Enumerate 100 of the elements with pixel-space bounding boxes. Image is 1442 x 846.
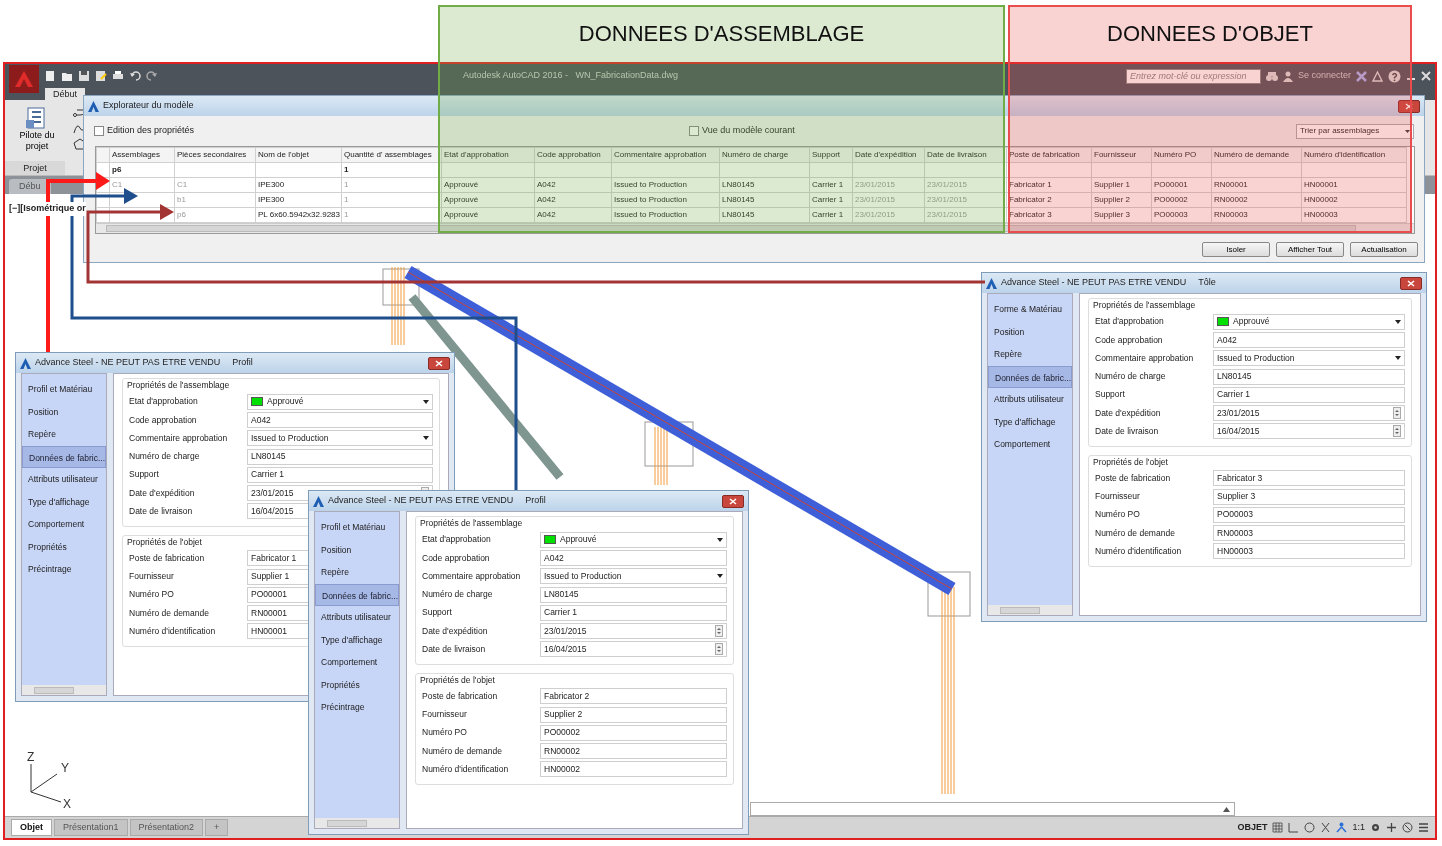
table-cell: Issued to Production	[611, 177, 720, 193]
field-label: Numéro de demande	[129, 606, 210, 620]
table-cell: Carrier 1	[809, 207, 853, 223]
table-cell: Supplier 1	[1091, 177, 1152, 193]
field-label: Date d'expédition	[129, 486, 196, 500]
field-label: Numéro de demande	[1095, 526, 1176, 540]
table-cell: A042	[534, 192, 612, 208]
table-cell: RN00001	[1211, 177, 1302, 193]
group-title: Propriétés de l'objet	[1093, 455, 1168, 468]
table-cell: HN00003	[1301, 207, 1407, 223]
window-title: Autodesk AutoCAD 2016 - WN_FabricationData.dwg	[462, 69, 680, 83]
field-label: Date d'expédition	[422, 624, 489, 638]
group-title: Propriétés de l'objet	[420, 673, 495, 686]
group-title: Propriétés de l'assemblage	[127, 379, 230, 391]
table-cell: 23/01/2015	[852, 177, 925, 193]
table-cell: 23/01/2015	[924, 207, 1007, 223]
table-cell: 23/01/2015	[924, 192, 1007, 208]
table-cell: IPE300	[255, 177, 342, 193]
table-cell: Supplier 2	[1091, 192, 1152, 208]
dialog-subtitle: Profil	[525, 494, 546, 508]
axis-label: Y	[61, 761, 69, 775]
dialog-title: Advance Steel - NE PEUT PAS ETRE VENDU	[1001, 276, 1187, 290]
table-cell: PO00002	[1151, 192, 1212, 208]
field-label: Etat d'approbation	[422, 533, 492, 546]
table-cell: A042	[534, 207, 612, 223]
table-cell: 1	[341, 162, 442, 178]
field-label: Fournisseur	[1095, 490, 1141, 503]
field-label: Support	[1095, 388, 1126, 402]
group-title: Propriétés de l'assemblage	[420, 517, 523, 529]
field-label: Commentaire approbation	[1095, 351, 1195, 365]
table-cell: A042	[534, 177, 612, 193]
field-label: Numéro d'identification	[422, 763, 510, 776]
field-label: Code approbation	[1095, 333, 1164, 347]
table-cell: RN00003	[1211, 207, 1302, 223]
field-label: Poste de fabrication	[129, 551, 206, 565]
window-title: Explorateur du modèle	[103, 99, 194, 113]
table-cell: p6	[109, 162, 175, 178]
table-cell: Supplier 3	[1091, 207, 1152, 223]
field-label: Commentaire approbation	[129, 431, 229, 445]
field-label: Numéro de demande	[422, 744, 503, 758]
table-cell: PO00003	[1151, 207, 1212, 223]
dialog-title: Advance Steel - NE PEUT PAS ETRE VENDU	[35, 356, 221, 370]
field-label: Numéro de charge	[422, 588, 494, 601]
table-cell: b1	[174, 192, 256, 208]
field-label: Etat d'approbation	[1095, 315, 1165, 328]
table-cell: Approuvé	[441, 207, 535, 223]
table-cell: Issued to Production	[611, 192, 720, 208]
table-cell: Carrier 1	[809, 192, 853, 208]
table-cell: LN80145	[719, 192, 810, 208]
group-title: Propriétés de l'assemblage	[1093, 299, 1196, 311]
table-cell: HN00002	[1301, 192, 1407, 208]
table-cell: 1	[341, 207, 442, 223]
field-label: Commentaire approbation	[422, 569, 522, 583]
field-label: Date de livraison	[129, 505, 194, 518]
field-label: Fournisseur	[129, 570, 175, 583]
field-label: Code approbation	[422, 551, 491, 565]
table-cell: IPE300	[255, 192, 342, 208]
axis-label: X	[63, 797, 71, 810]
table-cell: 23/01/2015	[852, 192, 925, 208]
table-cell: LN80145	[719, 207, 810, 223]
field-label: Numéro PO	[129, 588, 175, 602]
field-label: Code approbation	[129, 413, 198, 427]
field-label: Etat d'approbation	[129, 395, 199, 408]
table-cell: Issued to Production	[611, 207, 720, 223]
table-cell: 23/01/2015	[924, 177, 1007, 193]
field-label: Poste de fabrication	[422, 689, 499, 703]
field-label: Date de livraison	[422, 643, 487, 656]
field-label: Date d'expédition	[1095, 406, 1162, 420]
axis-label: Z	[27, 750, 35, 764]
table-cell: 23/01/2015	[852, 207, 925, 223]
table-cell: HN00001	[1301, 177, 1407, 193]
field-label: Numéro de charge	[1095, 370, 1167, 383]
table-cell: PL 6x60.5942x32.9283	[255, 207, 342, 223]
field-label: Fournisseur	[422, 708, 468, 721]
table-cell: Fabricator 2	[1006, 192, 1092, 208]
table-cell: Fabricator 3	[1006, 207, 1092, 223]
field-label: Numéro PO	[1095, 508, 1141, 522]
table-cell: 1	[341, 177, 442, 193]
field-label: Support	[129, 468, 160, 482]
table-cell: RN00002	[1211, 192, 1302, 208]
field-label: Numéro de charge	[129, 450, 201, 463]
table-cell: 1	[341, 192, 442, 208]
annotation-label: DONNEES D'ASSEMBLAGE	[578, 20, 865, 45]
table-cell: Approuvé	[441, 177, 535, 193]
group-title: Propriétés de l'objet	[127, 535, 202, 548]
field-label: Support	[422, 606, 453, 620]
field-label: Numéro d'identification	[129, 625, 217, 638]
table-cell: Fabricator 1	[1006, 177, 1092, 193]
table-cell: LN80145	[719, 177, 810, 193]
panel-label: Projet	[5, 161, 65, 175]
dialog-subtitle: Tôle	[1198, 276, 1216, 290]
field-label: Poste de fabrication	[1095, 471, 1172, 485]
table-cell: PO00001	[1151, 177, 1212, 193]
field-label: Date de livraison	[1095, 425, 1160, 438]
table-cell: C1	[174, 177, 256, 193]
table-cell: p6	[174, 207, 256, 223]
dialog-subtitle: Profil	[232, 356, 253, 370]
annotation-label: DONNEES D'OBJET	[1107, 20, 1313, 45]
dialog-title: Advance Steel - NE PEUT PAS ETRE VENDU	[328, 494, 514, 508]
table-cell: Approuvé	[441, 192, 535, 208]
